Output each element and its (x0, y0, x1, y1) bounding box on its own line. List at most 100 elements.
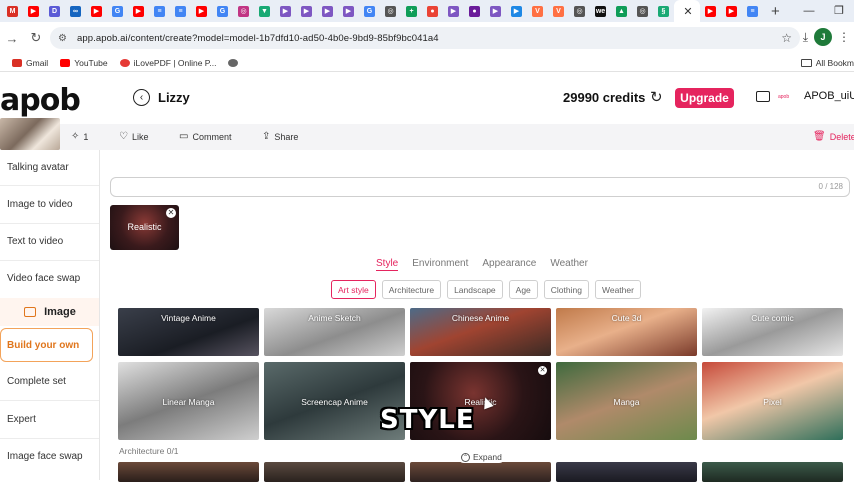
tab-appearance[interactable]: Appearance (482, 258, 536, 271)
pill-clothing[interactable]: Clothing (543, 280, 589, 299)
active-browser-tab[interactable]: ✕ (674, 0, 700, 22)
browser-tab[interactable]: ▶ (296, 0, 317, 22)
browser-tab[interactable]: G (359, 0, 380, 22)
browser-tab[interactable]: ≡ (170, 0, 191, 22)
back-circle-icon[interactable]: ‹ (133, 89, 150, 106)
restore-icon[interactable]: ❐ (824, 0, 854, 22)
selected-style-chip[interactable]: Realistic ✕ (110, 205, 179, 250)
sidebar-category-image[interactable]: Image (0, 298, 99, 326)
bookmark-ilovepdf[interactable]: iLovePDF | Online P... (119, 58, 216, 68)
style-card-linear-manga[interactable]: Linear Manga (118, 362, 259, 440)
browser-tab[interactable]: + (401, 0, 422, 22)
profile-avatar[interactable]: J (814, 28, 832, 46)
model-thumbnail[interactable] (0, 118, 60, 150)
remove-chip-icon[interactable]: ✕ (166, 208, 176, 218)
style-card-anime-sketch[interactable]: Anime Sketch (264, 308, 405, 356)
browser-tab[interactable]: M (2, 0, 23, 22)
browser-tab[interactable]: ▶ (485, 0, 506, 22)
browser-tab[interactable]: ▶ (275, 0, 296, 22)
mail-icon[interactable] (756, 91, 770, 102)
browser-tab[interactable]: ◎ (632, 0, 653, 22)
refresh-icon[interactable]: ↻ (650, 88, 663, 106)
browser-tab[interactable]: ▶ (317, 0, 338, 22)
deselect-icon[interactable]: ✕ (538, 366, 547, 375)
bookmark-globe[interactable] (228, 58, 242, 67)
upgrade-button[interactable]: Upgrade (675, 88, 734, 108)
close-tab-icon[interactable]: ✕ (683, 5, 692, 18)
tab-weather[interactable]: Weather (550, 258, 588, 271)
bookmark-star-icon[interactable]: ☆ (781, 31, 792, 45)
prompt-input[interactable]: 0 / 128 (110, 177, 850, 197)
sidebar-item-build-your-own[interactable]: Build your own (0, 328, 93, 362)
pill-art-style[interactable]: Art style (331, 280, 376, 299)
browser-tab[interactable]: ◎ (380, 0, 401, 22)
browser-tab[interactable]: ▶ (721, 0, 742, 22)
browser-tab[interactable]: ◎ (569, 0, 590, 22)
reload-icon[interactable]: ↻ (24, 30, 48, 46)
style-card-cute-3d[interactable]: Cute 3d (556, 308, 697, 356)
count-badge[interactable]: ✧ 1 (71, 131, 88, 142)
sidebar-item-video-face-swap[interactable]: Video face swap (7, 273, 80, 284)
browser-tab[interactable]: V (548, 0, 569, 22)
like-button[interactable]: ♡ Like (119, 131, 148, 142)
architecture-card[interactable] (118, 462, 259, 482)
browser-tab[interactable]: ▶ (338, 0, 359, 22)
browser-tab[interactable]: G (212, 0, 233, 22)
browser-tab[interactable]: ▶ (506, 0, 527, 22)
browser-tab[interactable]: G (107, 0, 128, 22)
architecture-card[interactable] (264, 462, 405, 482)
delete-button[interactable]: 🗑 Delete (813, 131, 854, 142)
new-tab-button[interactable]: + (771, 3, 780, 20)
minimize-icon[interactable]: — (794, 0, 824, 22)
tab-environment[interactable]: Environment (412, 258, 468, 271)
browser-tab[interactable]: D (44, 0, 65, 22)
style-card-cute-comic[interactable]: Cute comic (702, 308, 843, 356)
browser-tab[interactable]: ≡ (149, 0, 170, 22)
pill-landscape[interactable]: Landscape (447, 280, 503, 299)
browser-tab[interactable]: ∞ (65, 0, 86, 22)
browser-tab[interactable]: ▶ (23, 0, 44, 22)
all-bookmarks[interactable]: All Bookm (800, 58, 854, 68)
browser-tab[interactable]: ◎ (233, 0, 254, 22)
architecture-card[interactable] (410, 462, 551, 482)
browser-tab[interactable]: ▶ (128, 0, 149, 22)
expand-button[interactable]: ⌃ Expand (458, 451, 505, 463)
style-card-chinese-anime[interactable]: Chinese Anime (410, 308, 551, 356)
share-button[interactable]: ⇪ Share (262, 131, 298, 142)
url-field[interactable]: ⚙ app.apob.ai/content/create?model=model… (50, 27, 800, 49)
sidebar-item-talking-avatar[interactable]: Talking avatar (7, 162, 69, 173)
browser-tab[interactable]: ▼ (254, 0, 275, 22)
sidebar-item-expert[interactable]: Expert (7, 414, 36, 425)
style-card-vintage-anime[interactable]: Vintage Anime (118, 308, 259, 356)
bookmark-youtube[interactable]: YouTube (60, 58, 108, 68)
browser-tab[interactable]: ▶ (191, 0, 212, 22)
username[interactable]: APOB_uiU (804, 90, 854, 102)
pill-architecture[interactable]: Architecture (381, 280, 442, 299)
sidebar-item-complete-set[interactable]: Complete set (7, 376, 66, 387)
style-card-manga[interactable]: Manga (556, 362, 697, 440)
comment-button[interactable]: ▭ Comment (179, 131, 231, 142)
sidebar-item-text-to-video[interactable]: Text to video (7, 236, 63, 247)
back-arrow-icon[interactable]: → (0, 31, 24, 46)
menu-icon[interactable]: ⋮ (838, 30, 850, 44)
browser-tab[interactable]: ● (422, 0, 443, 22)
browser-tab[interactable]: ▶ (700, 0, 721, 22)
browser-tab[interactable]: § (653, 0, 674, 22)
tab-style[interactable]: Style (376, 258, 399, 271)
browser-tab[interactable]: V (527, 0, 548, 22)
apob-logo[interactable]: apob (0, 83, 81, 118)
browser-tab[interactable]: we (590, 0, 611, 22)
browser-tab[interactable]: ▶ (443, 0, 464, 22)
bookmark-gmail[interactable]: Gmail (12, 58, 48, 68)
sidebar-item-image-face-swap[interactable]: Image face swap (7, 451, 83, 462)
pill-weather[interactable]: Weather (594, 280, 641, 299)
browser-tab[interactable]: ● (464, 0, 485, 22)
sidebar-item-image-to-video[interactable]: Image to video (7, 199, 73, 210)
download-icon[interactable]: ⤓ (803, 30, 808, 45)
architecture-card[interactable] (702, 462, 843, 482)
architecture-card[interactable] (556, 462, 697, 482)
site-info-icon[interactable]: ⚙ (58, 33, 67, 44)
pill-age[interactable]: Age (508, 280, 538, 299)
browser-tab[interactable]: ≡ (742, 0, 763, 22)
browser-tab[interactable]: ▲ (611, 0, 632, 22)
